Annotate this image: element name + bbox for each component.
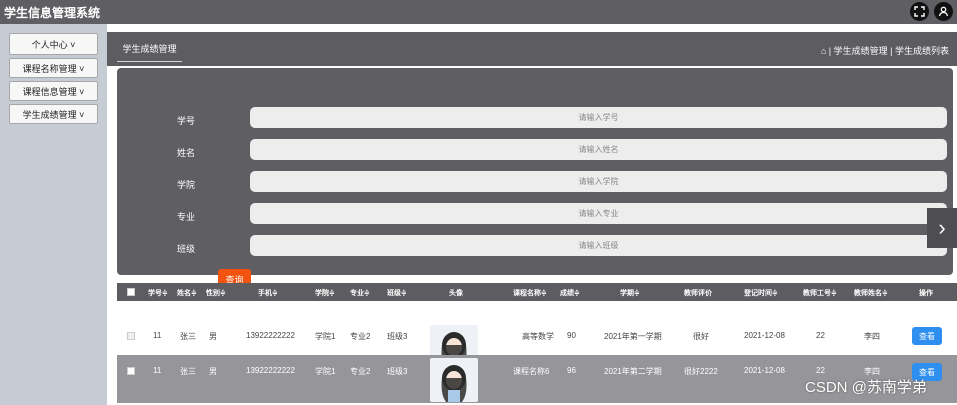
cell-student-id: 11	[153, 331, 162, 340]
row-checkbox[interactable]	[127, 332, 135, 340]
col-avatar: 头像	[449, 290, 463, 297]
cell-phone: 13922222222	[246, 366, 295, 375]
cell-phone: 13922222222	[246, 331, 295, 340]
sidebar-item-label: 课程名称管理 ˅	[22, 63, 85, 74]
cell-student-id: 11	[153, 366, 162, 375]
top-bar: 学生信息管理系统	[0, 0, 957, 24]
cell-teacher-comment: 很好	[693, 332, 709, 341]
view-button[interactable]: 查看	[912, 327, 942, 345]
app-title: 学生信息管理系统	[4, 6, 101, 20]
cell-course-name: 高等数学	[522, 332, 554, 341]
sidebar-item-course-name-management[interactable]: 课程名称管理 ˅	[9, 58, 98, 78]
student-id-label: 学号	[177, 116, 196, 126]
cell-college: 学院1	[315, 332, 336, 341]
cell-teacher-id: 22	[816, 331, 825, 340]
sidebar-item-personal-center[interactable]: 个人中心 ˅	[9, 33, 98, 55]
search-panel: 学号 姓名 学院 专业 班级 查询	[117, 68, 953, 290]
col-score[interactable]: 成绩≑	[560, 288, 580, 298]
col-student-id[interactable]: 学号≑	[148, 288, 168, 298]
col-gender[interactable]: 性别≑	[206, 288, 226, 298]
college-input[interactable]	[250, 171, 947, 192]
major-input[interactable]	[250, 203, 947, 224]
chevron-right-icon[interactable]: ›	[927, 208, 957, 248]
cell-class: 班级3	[387, 367, 408, 376]
cell-major: 专业2	[350, 367, 371, 376]
major-label: 专业	[177, 212, 196, 222]
cell-teacher-id: 22	[816, 366, 825, 375]
table-header: 学号≑ 姓名≑ 性别≑ 手机≑ 学院≑ 专业≑ 班级≑ 头像 课程名称≑ 成绩≑…	[117, 283, 957, 301]
sidebar-item-score-management[interactable]: 学生成绩管理 ˅	[9, 104, 98, 124]
col-major[interactable]: 专业≑	[350, 288, 370, 298]
cell-term: 2021年第一学期	[604, 332, 662, 341]
cell-course-name: 课程名称6	[513, 367, 550, 376]
cell-score: 96	[567, 366, 576, 375]
sidebar-item-label: 个人中心 ˅	[31, 39, 76, 50]
col-teacher-name[interactable]: 教师姓名≑	[854, 288, 888, 298]
cell-score: 90	[567, 331, 576, 340]
cell-name: 张三	[180, 332, 196, 341]
cell-term: 2021年第二学期	[604, 367, 662, 376]
table-row[interactable]: 11 张三 男 13922222222 学院1 专业2 班级3 高等数学 90 …	[117, 301, 957, 369]
cell-register-time: 2021-12-08	[744, 331, 785, 340]
cell-college: 学院1	[315, 367, 336, 376]
name-input[interactable]	[250, 139, 947, 160]
breadcrumb-bar: 学生成绩管理 ⌂ | 学生成绩管理 | 学生成绩列表	[107, 32, 957, 66]
class-input[interactable]	[250, 235, 947, 256]
watermark: CSDN @苏南学弟	[805, 379, 927, 396]
col-actions: 操作	[919, 290, 933, 297]
name-label: 姓名	[177, 148, 196, 158]
col-college[interactable]: 学院≑	[315, 288, 335, 298]
student-id-input[interactable]	[250, 107, 947, 128]
class-label: 班级	[177, 244, 196, 254]
cell-gender: 男	[209, 367, 217, 376]
sidebar: 个人中心 ˅ 课程名称管理 ˅ 课程信息管理 ˅ 学生成绩管理 ˅	[0, 24, 107, 405]
sidebar-item-label: 课程信息管理 ˅	[22, 86, 85, 97]
col-teacher-id[interactable]: 教师工号≑	[803, 288, 837, 298]
cell-class: 班级3	[387, 332, 408, 341]
col-term[interactable]: 学期≑	[620, 288, 640, 298]
tab-score-management[interactable]: 学生成绩管理	[117, 42, 182, 62]
col-name[interactable]: 姓名≑	[177, 288, 197, 298]
sidebar-item-label: 学生成绩管理 ˅	[22, 109, 85, 120]
col-teacher-comment: 教师评价	[684, 290, 712, 297]
cell-name: 张三	[180, 367, 196, 376]
col-course-name[interactable]: 课程名称≑	[513, 288, 547, 298]
select-all-checkbox[interactable]	[127, 288, 135, 296]
cell-gender: 男	[209, 332, 217, 341]
user-icon[interactable]	[934, 2, 953, 21]
row-checkbox[interactable]	[127, 367, 135, 375]
cell-register-time: 2021-12-08	[744, 366, 785, 375]
cell-teacher-comment: 很好2222	[684, 367, 718, 376]
sidebar-item-course-info-management[interactable]: 课程信息管理 ˅	[9, 81, 98, 101]
cell-major: 专业2	[350, 332, 371, 341]
college-label: 学院	[177, 180, 196, 190]
breadcrumb: ⌂ | 学生成绩管理 | 学生成绩列表	[820, 46, 949, 56]
col-phone[interactable]: 手机≑	[258, 288, 278, 298]
avatar	[430, 358, 478, 402]
col-class[interactable]: 班级≑	[387, 288, 407, 298]
fullscreen-icon[interactable]	[910, 2, 929, 21]
cell-teacher-name: 李四	[864, 332, 880, 341]
col-register-time[interactable]: 登记时间≑	[744, 288, 778, 298]
